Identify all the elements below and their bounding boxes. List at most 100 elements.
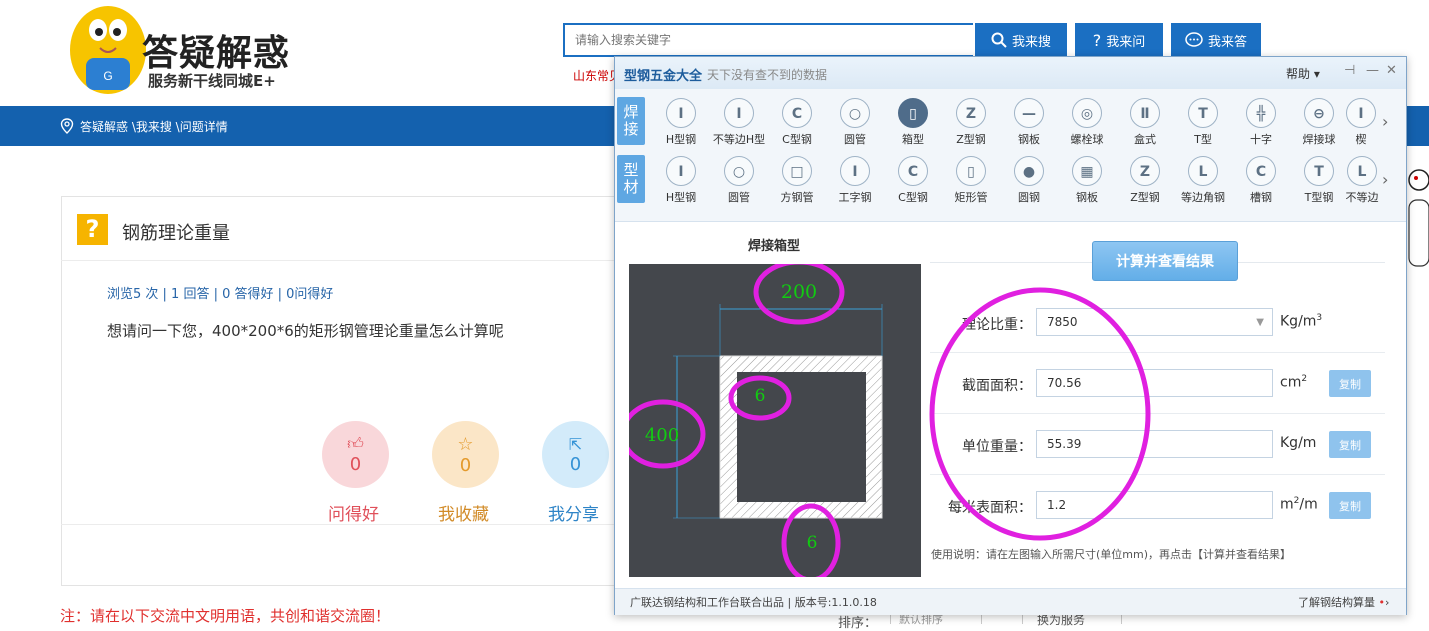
copy-weight-button[interactable]: 复制 — [1329, 431, 1371, 458]
unit-tail: /m — [1299, 496, 1318, 513]
profile-h-beam-tool[interactable]: I H型钢 — [652, 156, 710, 205]
weld-tab-char: 接 — [623, 120, 639, 138]
weld-wedge-tool[interactable]: I楔 — [1344, 98, 1378, 147]
site-logo-subtitle: 服务新干线同城E+ — [148, 72, 276, 90]
weld-ball-tool[interactable]: ⊖ 焊接球 — [1290, 98, 1348, 147]
chevron-right-icon[interactable]: › — [1382, 170, 1388, 189]
tool-label: 十字 — [1250, 133, 1272, 146]
profile-c-steel-tool[interactable]: C C型钢 — [884, 156, 942, 205]
tool-label: 等边角钢 — [1181, 191, 1225, 204]
box-type-icon: Ⅱ — [1130, 98, 1160, 128]
weld-unequal-h-tool[interactable]: I 不等边H型 — [710, 98, 768, 147]
tool-label: 楔 — [1355, 133, 1367, 146]
share-label[interactable]: 我分享 — [548, 500, 599, 525]
profile-square-pipe-tool[interactable]: □ 方钢管 — [768, 156, 826, 205]
profile-i-beam-tool[interactable]: I 工字钢 — [826, 156, 884, 205]
profile-tab-char: 材 — [623, 178, 639, 196]
ask-button-label: 我来问 — [1106, 34, 1146, 50]
profile-round-bar-tool[interactable]: ● 圆钢 — [1000, 156, 1058, 205]
search-button[interactable]: 我来搜 — [975, 23, 1067, 57]
round-bar-icon: ● — [1014, 156, 1044, 186]
help-menu[interactable]: 帮助 ▾ — [1286, 65, 1320, 82]
unit-text: cm — [1280, 374, 1302, 391]
box-section-icon: ▯ — [898, 98, 928, 128]
tool-label: 槽钢 — [1250, 191, 1272, 204]
channel-icon: C — [1246, 156, 1276, 186]
profile-z-steel-tool[interactable]: Z Z型钢 — [1116, 156, 1174, 205]
weld-t-tool[interactable]: T T型 — [1174, 98, 1232, 147]
search-field[interactable] — [563, 23, 975, 57]
copy-area-button[interactable]: 复制 — [1329, 370, 1371, 397]
tool-label: Z型钢 — [1130, 191, 1160, 204]
close-icon[interactable]: ✕ — [1386, 63, 1397, 78]
width-dim-value[interactable]: 200 — [781, 281, 817, 303]
weld-ball-icon: ⊖ — [1304, 98, 1334, 128]
pin-icon[interactable]: ⊣ — [1344, 63, 1355, 78]
profile-round-pipe-tool[interactable]: ○ 圆管 — [710, 156, 768, 205]
favorite-button[interactable]: ☆ 0 — [432, 421, 499, 488]
minimize-icon[interactable]: — — [1366, 63, 1379, 78]
search-input[interactable] — [565, 25, 975, 55]
weld-box-type-tool[interactable]: Ⅱ 盒式 — [1116, 98, 1174, 147]
tool-label: 圆钢 — [1018, 191, 1040, 204]
web-thickness-value[interactable]: 6 — [755, 386, 766, 406]
chevron-right-icon[interactable]: › — [1382, 112, 1388, 131]
calculate-button[interactable]: 计算并查看结果 — [1092, 241, 1238, 281]
bolt-ball-icon: ◎ — [1072, 98, 1102, 128]
site-logo-title: 答疑解惑 — [142, 33, 291, 74]
weld-plate-tool[interactable]: — 钢板 — [1000, 98, 1058, 147]
tool-label: T型钢 — [1304, 191, 1334, 204]
weld-round-pipe-tool[interactable]: ○ 圆管 — [826, 98, 884, 147]
annotation-ellipse — [929, 287, 1151, 541]
profile-t-steel-tool[interactable]: T T型钢 — [1290, 156, 1348, 205]
profile-tab-char: 型 — [623, 161, 639, 179]
cross-section-icon: ╬ — [1246, 98, 1276, 128]
profile-plate-tool[interactable]: ▦ 钢板 — [1058, 156, 1116, 205]
weld-category-tab[interactable]: 焊接 — [617, 97, 645, 145]
weld-box-tool[interactable]: ▯ 箱型 — [884, 98, 942, 147]
weld-cross-tool[interactable]: ╬ 十字 — [1232, 98, 1290, 147]
z-section-icon: Z — [1130, 156, 1160, 186]
location-pin-icon — [60, 118, 74, 134]
wedge-icon: I — [1346, 98, 1376, 128]
answer-button[interactable]: 我来答 — [1171, 23, 1261, 57]
copy-surface-button[interactable]: 复制 — [1329, 492, 1371, 519]
weld-z-steel-tool[interactable]: Z Z型钢 — [942, 98, 1000, 147]
ask-button[interactable]: ? 我来问 — [1075, 23, 1163, 57]
square-pipe-icon: □ — [782, 156, 812, 186]
share-button[interactable]: ⇱ 0 — [542, 421, 609, 488]
unit-weight-unit: Kg/m — [1280, 435, 1317, 451]
c-channel-icon: C — [782, 98, 812, 128]
profile-rect-pipe-tool[interactable]: ▯ 矩形管 — [942, 156, 1000, 205]
tool-label: 工字钢 — [838, 191, 872, 204]
tool-label: 螺栓球 — [1070, 133, 1104, 146]
weld-c-steel-tool[interactable]: C C型钢 — [768, 98, 826, 147]
tool-label: 不等边 — [1345, 191, 1379, 204]
height-dim-value[interactable]: 400 — [645, 425, 679, 446]
like-count: 0 — [349, 454, 362, 475]
side-software-badge-icon[interactable] — [1408, 158, 1429, 268]
tool-label: 不等边H型 — [712, 133, 766, 146]
search-button-label: 我来搜 — [1011, 34, 1051, 50]
flange-thickness-value[interactable]: 6 — [807, 533, 818, 553]
profile-unequal-angle-tool[interactable]: L 不等边 — [1344, 156, 1380, 205]
chat-bubble-icon — [1185, 32, 1203, 47]
h-beam-icon: I — [666, 98, 696, 128]
tool-label: T型 — [1194, 133, 1212, 146]
like-label[interactable]: 问得好 — [328, 500, 379, 525]
like-button[interactable]: 👍︎ 0 — [322, 421, 389, 488]
tool-label: 盒式 — [1134, 133, 1156, 146]
question-mark-icon: ? — [1092, 30, 1102, 50]
tool-label: 矩形管 — [954, 191, 988, 204]
question-title: 钢筋理论重量 — [122, 223, 230, 244]
footer-credits: 广联达钢结构和工作台联合出品 | 版本号:1.1.0.18 — [630, 596, 877, 609]
favorite-label[interactable]: 我收藏 — [438, 500, 489, 525]
divider — [61, 524, 621, 525]
weld-h-beam-tool[interactable]: I H型钢 — [652, 98, 710, 147]
profile-equal-angle-tool[interactable]: L 等边角钢 — [1174, 156, 1232, 205]
weld-bolt-ball-tool[interactable]: ◎ 螺栓球 — [1058, 98, 1116, 147]
profile-category-tab[interactable]: 型材 — [617, 155, 645, 203]
breadcrumb-text[interactable]: 答疑解惑 \我来搜 \问题详情 — [80, 118, 228, 135]
learn-more-link[interactable]: 了解钢结构算量 •› — [1298, 594, 1389, 610]
profile-channel-tool[interactable]: C 槽钢 — [1232, 156, 1290, 205]
